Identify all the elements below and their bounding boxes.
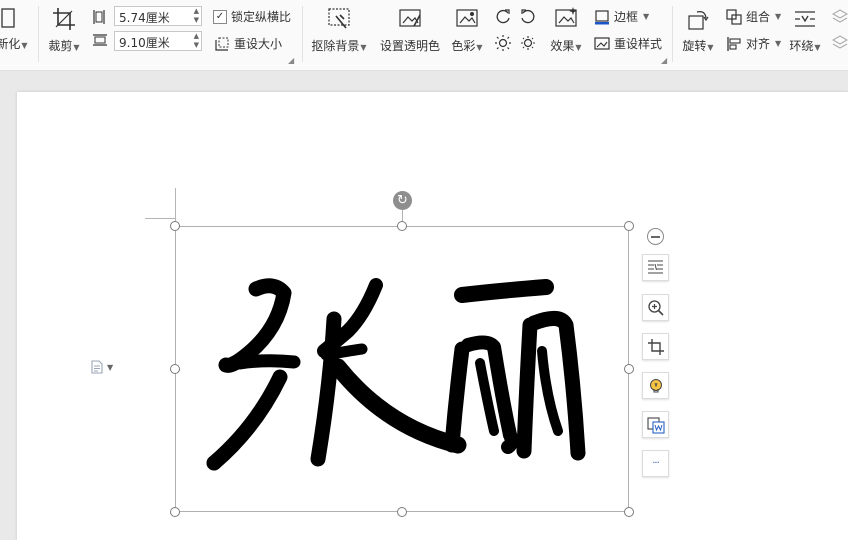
size-dialog-launcher-icon[interactable]: ◢ [288, 56, 294, 65]
separator [672, 6, 673, 62]
crop-icon [53, 8, 75, 30]
reset-size-icon [215, 37, 229, 51]
align-icon [727, 36, 741, 51]
resize-handle-left[interactable] [170, 364, 180, 374]
resize-handle-top-right[interactable] [624, 221, 634, 231]
remove-background-button[interactable]: 抠除背景▼ [308, 6, 370, 54]
smart-suggest-button[interactable] [642, 372, 669, 399]
layout-options-icon [648, 260, 663, 274]
wrap-text-label: 环绕▼ [789, 39, 821, 53]
crop-side-button[interactable] [642, 333, 669, 360]
effects-button[interactable]: 效果▼ [546, 6, 586, 54]
crop-icon [647, 338, 664, 355]
reset-style-label: 重设样式 [614, 37, 663, 51]
rotate-button[interactable]: 旋转▼ [678, 6, 718, 54]
border-icon [595, 9, 609, 24]
reset-size-button[interactable]: 重设大小 [214, 35, 282, 52]
color-icon [456, 9, 478, 27]
align-label: 对齐 [746, 37, 771, 51]
bring-forward-icon[interactable] [832, 8, 848, 26]
separator [302, 6, 303, 62]
image-to-word-icon [646, 416, 665, 434]
set-transparent-color-label: 设置透明色 [379, 39, 440, 53]
decrease-contrast-icon[interactable] [519, 8, 537, 26]
width-icon [93, 34, 107, 46]
group-icon [726, 8, 742, 25]
checkbox-icon[interactable]: ✓ [213, 9, 227, 24]
border-label: 边框 [614, 10, 639, 24]
collapse-toolbar-icon[interactable] [647, 228, 664, 245]
resize-handle-top-left[interactable] [170, 221, 180, 231]
effects-icon [555, 7, 577, 27]
zoom-in-icon [647, 299, 664, 316]
more-icon: ··· [652, 458, 659, 469]
height-input[interactable]: 5.74厘米 ▲ ▼ [114, 6, 202, 26]
layout-options-button[interactable] [642, 254, 669, 281]
group-label: 组合 [746, 10, 771, 24]
rotate-label: 旋转▼ [682, 39, 714, 53]
resize-handle-bottom-right[interactable] [624, 507, 634, 517]
set-transparent-color-button[interactable]: 设置透明色 [378, 6, 442, 54]
rotate-icon [688, 11, 709, 30]
decrease-brightness-icon[interactable] [519, 34, 537, 52]
remove-background-icon [328, 8, 350, 29]
height-icon [93, 10, 105, 24]
reset-size-label: 重设大小 [234, 37, 283, 51]
image-to-word-button[interactable] [642, 411, 669, 438]
remove-background-label: 抠除背景▼ [311, 39, 367, 53]
frame-icon [1, 8, 15, 28]
partial-left-label: 新化▼ [0, 37, 28, 51]
crop-button[interactable]: 裁剪▼ [44, 6, 84, 54]
increase-contrast-icon[interactable] [494, 8, 512, 26]
increase-brightness-icon[interactable] [494, 34, 512, 52]
resize-handle-bottom-left[interactable] [170, 507, 180, 517]
partial-left-tool[interactable]: 新化▼ [0, 6, 30, 52]
resize-handle-right[interactable] [624, 364, 634, 374]
spin-arrows-icon[interactable]: ▲ ▼ [194, 7, 199, 25]
group-button[interactable]: 组合 ▼ [726, 8, 781, 25]
color-button[interactable]: 色彩▼ [448, 6, 486, 54]
reset-style-button[interactable]: 重设样式 [594, 35, 662, 52]
separator [38, 6, 39, 62]
paragraph-layout-icon[interactable]: ▼ [91, 360, 113, 374]
zoom-in-button[interactable] [642, 294, 669, 321]
margin-corner-mark [145, 218, 175, 219]
more-options-button[interactable]: ··· [642, 450, 669, 477]
wrap-text-button[interactable]: 环绕▼ [786, 6, 824, 54]
effects-label: 效果▼ [550, 39, 582, 53]
transparent-color-icon [399, 9, 421, 27]
spin-arrows-icon[interactable]: ▲ ▼ [194, 32, 199, 50]
picture-tools-ribbon: 新化▼ 裁剪▼ 5.74厘米 ▲ ▼ 9.10厘米 ▲ ▼ ✓ 锁定纵横比 重设大小 ◢… [0, 0, 848, 71]
width-input[interactable]: 9.10厘米 ▲ ▼ [114, 31, 202, 51]
lock-ratio-label: 锁定纵横比 [231, 10, 292, 24]
border-button[interactable]: 边框 ▼ [594, 8, 649, 25]
align-button[interactable]: 对齐 ▼ [726, 35, 781, 52]
style-dialog-launcher-icon[interactable]: ◢ [661, 56, 667, 65]
send-backward-icon[interactable] [832, 34, 848, 52]
color-label: 色彩▼ [451, 39, 483, 53]
lightbulb-icon [649, 378, 662, 392]
lock-ratio-checkbox[interactable]: ✓ 锁定纵横比 [213, 8, 291, 25]
crop-label: 裁剪▼ [48, 39, 80, 53]
chevron-down-icon[interactable]: ▼ [107, 363, 113, 372]
wrap-text-icon [795, 11, 815, 27]
resize-handle-bottom[interactable] [397, 507, 407, 517]
rotate-handle-icon[interactable]: ↻ [393, 191, 412, 210]
image-selection-frame [175, 226, 629, 512]
reset-style-icon [594, 36, 610, 50]
resize-handle-top[interactable] [397, 221, 407, 231]
